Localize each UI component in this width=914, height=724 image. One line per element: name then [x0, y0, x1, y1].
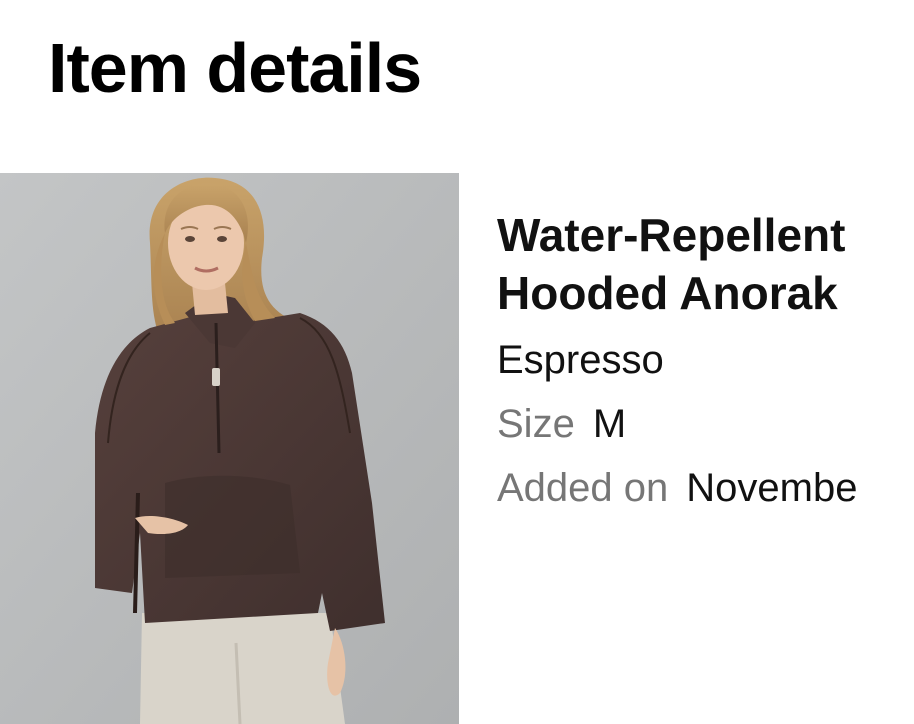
product-color: Espresso — [497, 338, 664, 382]
page-title: Item details — [48, 29, 422, 107]
size-value: M — [592, 402, 627, 446]
product-color-row: Espresso — [497, 334, 914, 386]
product-name-line2: Hooded Anorak — [497, 267, 838, 319]
added-on-label: Added on — [497, 466, 669, 510]
added-on-row: Added on Novembe — [497, 462, 914, 514]
product-info: Water-Repellent Hooded Anorak Espresso S… — [497, 206, 914, 514]
product-size-row: Size M — [497, 398, 914, 450]
product-photo-icon — [0, 173, 459, 724]
product-name[interactable]: Water-Repellent Hooded Anorak — [497, 206, 914, 322]
size-label: Size — [497, 402, 575, 446]
product-name-line1: Water-Repellent — [497, 209, 846, 261]
added-on-value: Novembe — [686, 466, 858, 510]
product-image[interactable] — [0, 173, 459, 724]
